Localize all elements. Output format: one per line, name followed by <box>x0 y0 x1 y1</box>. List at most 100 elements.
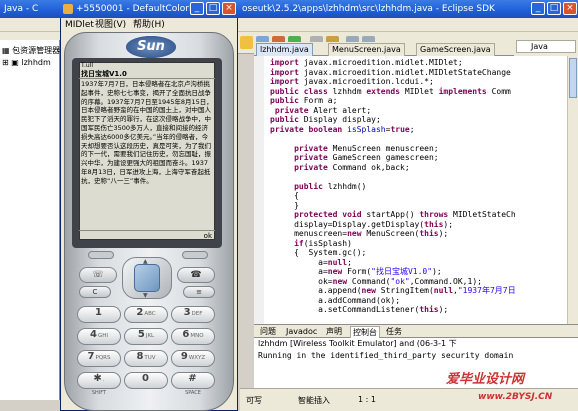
code-line[interactable]: private MenuScreen menuscreen; <box>270 144 439 154</box>
menu-button[interactable]: ≡ <box>183 286 215 298</box>
code-line[interactable]: display=Display.getDisplay(this); <box>270 220 453 230</box>
key-10[interactable]: ✱. <box>77 372 121 389</box>
tab-declaration[interactable]: 声明 <box>324 326 344 338</box>
key-7[interactable]: 7PQRS <box>77 350 121 367</box>
code-token: Command( <box>347 276 391 286</box>
code-token: throws <box>419 210 449 219</box>
emulator-title-bar[interactable]: +5550001 - DefaultColorP... _ □ × <box>60 0 238 18</box>
project-icon: ▣ <box>11 58 22 67</box>
code-token: extends <box>366 86 401 96</box>
key-9[interactable]: 9WXYZ <box>171 350 215 367</box>
editor-scrollbar[interactable] <box>567 56 578 324</box>
perspective-java-button[interactable]: Java <box>516 40 576 53</box>
code-line[interactable]: import javax.microedition.lcdui.*; <box>270 77 434 87</box>
key-3[interactable]: 3DEF <box>171 306 215 323</box>
code-token: private <box>294 162 328 172</box>
key-1[interactable]: 1 <box>77 306 121 323</box>
code-line[interactable]: a.addCommand(ok); <box>270 296 400 306</box>
code-token: { System.gc(); <box>270 248 367 257</box>
code-line[interactable]: private boolean isSplash=true; <box>270 125 415 135</box>
code-line[interactable]: protected void startApp() throws MIDletS… <box>270 210 516 220</box>
maximize-button[interactable]: □ <box>547 2 561 15</box>
code-line[interactable]: import javax.microedition.midlet.MIDletS… <box>270 68 511 78</box>
code-token: javax.microedition.midlet.MIDlet; <box>298 58 463 67</box>
key-number: 9 <box>180 351 188 362</box>
code-line[interactable]: public class lzhhdm extends MIDlet imple… <box>270 87 511 97</box>
clear-button[interactable]: C <box>79 286 111 298</box>
code-token: if <box>294 238 304 248</box>
code-line[interactable]: if(isSplash) <box>270 239 352 249</box>
code-token: { <box>270 191 299 200</box>
code-token: this <box>419 305 439 314</box>
call-button[interactable]: ☏ <box>79 267 117 283</box>
code-line[interactable]: } <box>270 201 299 211</box>
code-token: Form a; <box>298 96 338 105</box>
tree-item-root[interactable]: ▦ 包资源管理器 <box>2 46 60 56</box>
code-line[interactable]: { System.gc(); <box>270 248 366 258</box>
key-12[interactable]: # <box>171 372 215 389</box>
code-token: ); <box>432 267 442 276</box>
tab-lzhhdm-java[interactable]: lzhhdm.java <box>256 43 313 56</box>
key-letters: DEF <box>191 311 203 317</box>
perspective-switcher[interactable]: Java <box>514 36 578 56</box>
code-line[interactable]: public Display display; <box>270 115 381 125</box>
dpad-select-button[interactable] <box>134 264 160 292</box>
key-letters: ABC <box>144 311 156 317</box>
code-line[interactable]: a=new Form("找日宝城V1.0"); <box>270 267 442 277</box>
menu-view[interactable]: 视图(V) <box>95 18 126 32</box>
status-writable: 可写 <box>246 396 262 405</box>
tab-problems[interactable]: 问题 <box>258 326 278 338</box>
dpad-up-icon[interactable]: ▲ <box>143 258 148 265</box>
emulator-minimize-button[interactable]: _ <box>190 2 204 15</box>
key-4[interactable]: 4GHI <box>77 328 121 345</box>
key-2[interactable]: 2ABC <box>124 306 168 323</box>
close-button[interactable]: × <box>563 2 577 15</box>
key-6[interactable]: 6MNO <box>171 328 215 345</box>
code-token: public class <box>270 86 328 96</box>
tree-item-project[interactable]: ⊞ ▣ lzhhdm <box>2 58 51 68</box>
scrollbar-thumb[interactable] <box>569 58 577 98</box>
console-header: lzhhdm [Wireless Toolkit Emulator] and (… <box>254 338 578 350</box>
code-token: ,Command.OK,1); <box>409 276 482 286</box>
code-token: private <box>294 153 328 162</box>
emulator-close-button[interactable]: × <box>222 2 236 15</box>
left-softkey[interactable] <box>88 251 114 259</box>
code-token: this <box>424 219 444 229</box>
key-5[interactable]: 5JKL <box>124 328 168 345</box>
code-line[interactable]: private GameScreen gamescreen; <box>270 153 439 163</box>
emulator-maximize-button[interactable]: □ <box>206 2 220 15</box>
code-line[interactable]: private Command ok,back; <box>270 163 410 173</box>
code-line[interactable]: public lzhhdm() <box>270 182 366 192</box>
tab-menuscreen-java[interactable]: MenuScreen.java <box>328 43 405 56</box>
menu-help[interactable]: 帮助(H) <box>133 18 165 32</box>
end-call-button[interactable]: ☎ <box>177 267 215 283</box>
code-line[interactable]: a.append(new StringItem(null,"1937年7月7日 <box>270 286 515 296</box>
new-icon[interactable] <box>240 36 253 49</box>
key-11[interactable]: 0 <box>124 372 168 389</box>
code-line[interactable]: private Alert alert; <box>270 106 371 116</box>
code-line[interactable]: a=null; <box>270 258 352 268</box>
key-number: 3 <box>183 307 191 318</box>
code-line[interactable]: ok=new Command("ok",Command.OK,1); <box>270 277 482 287</box>
key-number: 1 <box>95 307 102 318</box>
key-number: 6 <box>182 329 190 340</box>
minimize-button[interactable]: _ <box>531 2 545 15</box>
code-line[interactable]: menuscreen=new MenuScreen(this); <box>270 229 448 239</box>
code-token: "找日宝城V1.0" <box>371 267 433 276</box>
key-8[interactable]: 8TUV <box>124 350 168 367</box>
tab-gamescreen-java[interactable]: GameScreen.java <box>416 43 495 56</box>
tab-javadoc[interactable]: Javadoc <box>284 326 319 338</box>
code-token: null <box>327 257 348 267</box>
expand-icon[interactable]: ⊞ <box>2 58 11 67</box>
code-line[interactable]: import javax.microedition.midlet.MIDlet; <box>270 58 463 68</box>
code-line[interactable]: a.setCommandListener(this); <box>270 305 448 315</box>
key-letters: . <box>102 377 105 383</box>
tab-tasks[interactable]: 任务 <box>384 326 404 338</box>
right-softkey[interactable] <box>182 251 208 259</box>
code-line[interactable]: public Form a; <box>270 96 337 106</box>
dpad-down-icon[interactable]: ▼ <box>143 292 148 299</box>
menu-midlet[interactable]: MIDlet <box>65 18 94 32</box>
code-line[interactable]: { <box>270 191 299 201</box>
code-text[interactable]: import javax.microedition.midlet.MIDlet;… <box>254 58 566 322</box>
